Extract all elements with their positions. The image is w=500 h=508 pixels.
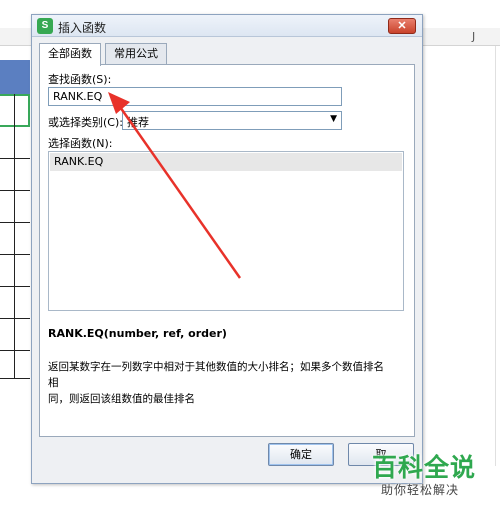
- category-selected-value: 推荐: [127, 116, 149, 129]
- function-list-item[interactable]: RANK.EQ: [50, 153, 402, 171]
- close-button[interactable]: ✕: [388, 18, 416, 34]
- tab-all-functions[interactable]: 全部函数: [39, 43, 101, 66]
- column-header-j[interactable]: J: [472, 30, 475, 43]
- description-line: 同，则返回该组数值的最佳排名: [48, 393, 195, 405]
- grid-line: [14, 94, 15, 378]
- grid-line: [495, 46, 496, 466]
- tab-common-formulas[interactable]: 常用公式: [105, 43, 167, 65]
- description-line: 返回某数字在一列数字中相对于其他数值的大小排名；如果多个数值排名相: [48, 361, 384, 389]
- watermark-title: 百科全说: [372, 453, 477, 482]
- grid-row[interactable]: [0, 158, 30, 159]
- header-cell[interactable]: [0, 60, 30, 94]
- grid-row[interactable]: [0, 254, 30, 255]
- selected-cell[interactable]: [0, 94, 30, 127]
- grid-row[interactable]: [0, 318, 30, 319]
- grid-row[interactable]: [0, 190, 30, 191]
- search-function-input[interactable]: RANK.EQ: [48, 87, 342, 106]
- grid-row[interactable]: [0, 286, 30, 287]
- dialog-title: 插入函数: [58, 21, 107, 35]
- grid-row[interactable]: [0, 222, 30, 223]
- watermark-subtitle: 助你轻松解决: [381, 483, 460, 497]
- dialog-titlebar[interactable]: S 插入函数 ✕: [32, 15, 422, 37]
- grid-row[interactable]: [0, 378, 30, 379]
- function-list[interactable]: RANK.EQ: [48, 151, 404, 311]
- function-list-label: 选择函数(N):: [48, 137, 113, 150]
- grid-row[interactable]: [0, 350, 30, 351]
- tab-panel: 查找函数(S): RANK.EQ 或选择类别(C): 推荐 ▼ 选择函数(N):…: [39, 64, 415, 437]
- search-label: 查找函数(S):: [48, 73, 112, 86]
- insert-function-dialog: S 插入函数 ✕ 全部函数 常用公式 查找函数(S): RANK.EQ 或选择类…: [31, 14, 423, 484]
- category-select[interactable]: 推荐 ▼: [122, 111, 342, 130]
- function-syntax: RANK.EQ(number, ref, order): [48, 327, 227, 340]
- category-label: 或选择类别(C):: [48, 116, 123, 129]
- wps-app-icon: S: [37, 18, 53, 34]
- function-description: 返回某数字在一列数字中相对于其他数值的大小排名；如果多个数值排名相 同，则返回该…: [48, 359, 388, 407]
- ok-button[interactable]: 确定: [268, 443, 334, 466]
- dropdown-arrow-icon[interactable]: ▼: [330, 114, 337, 124]
